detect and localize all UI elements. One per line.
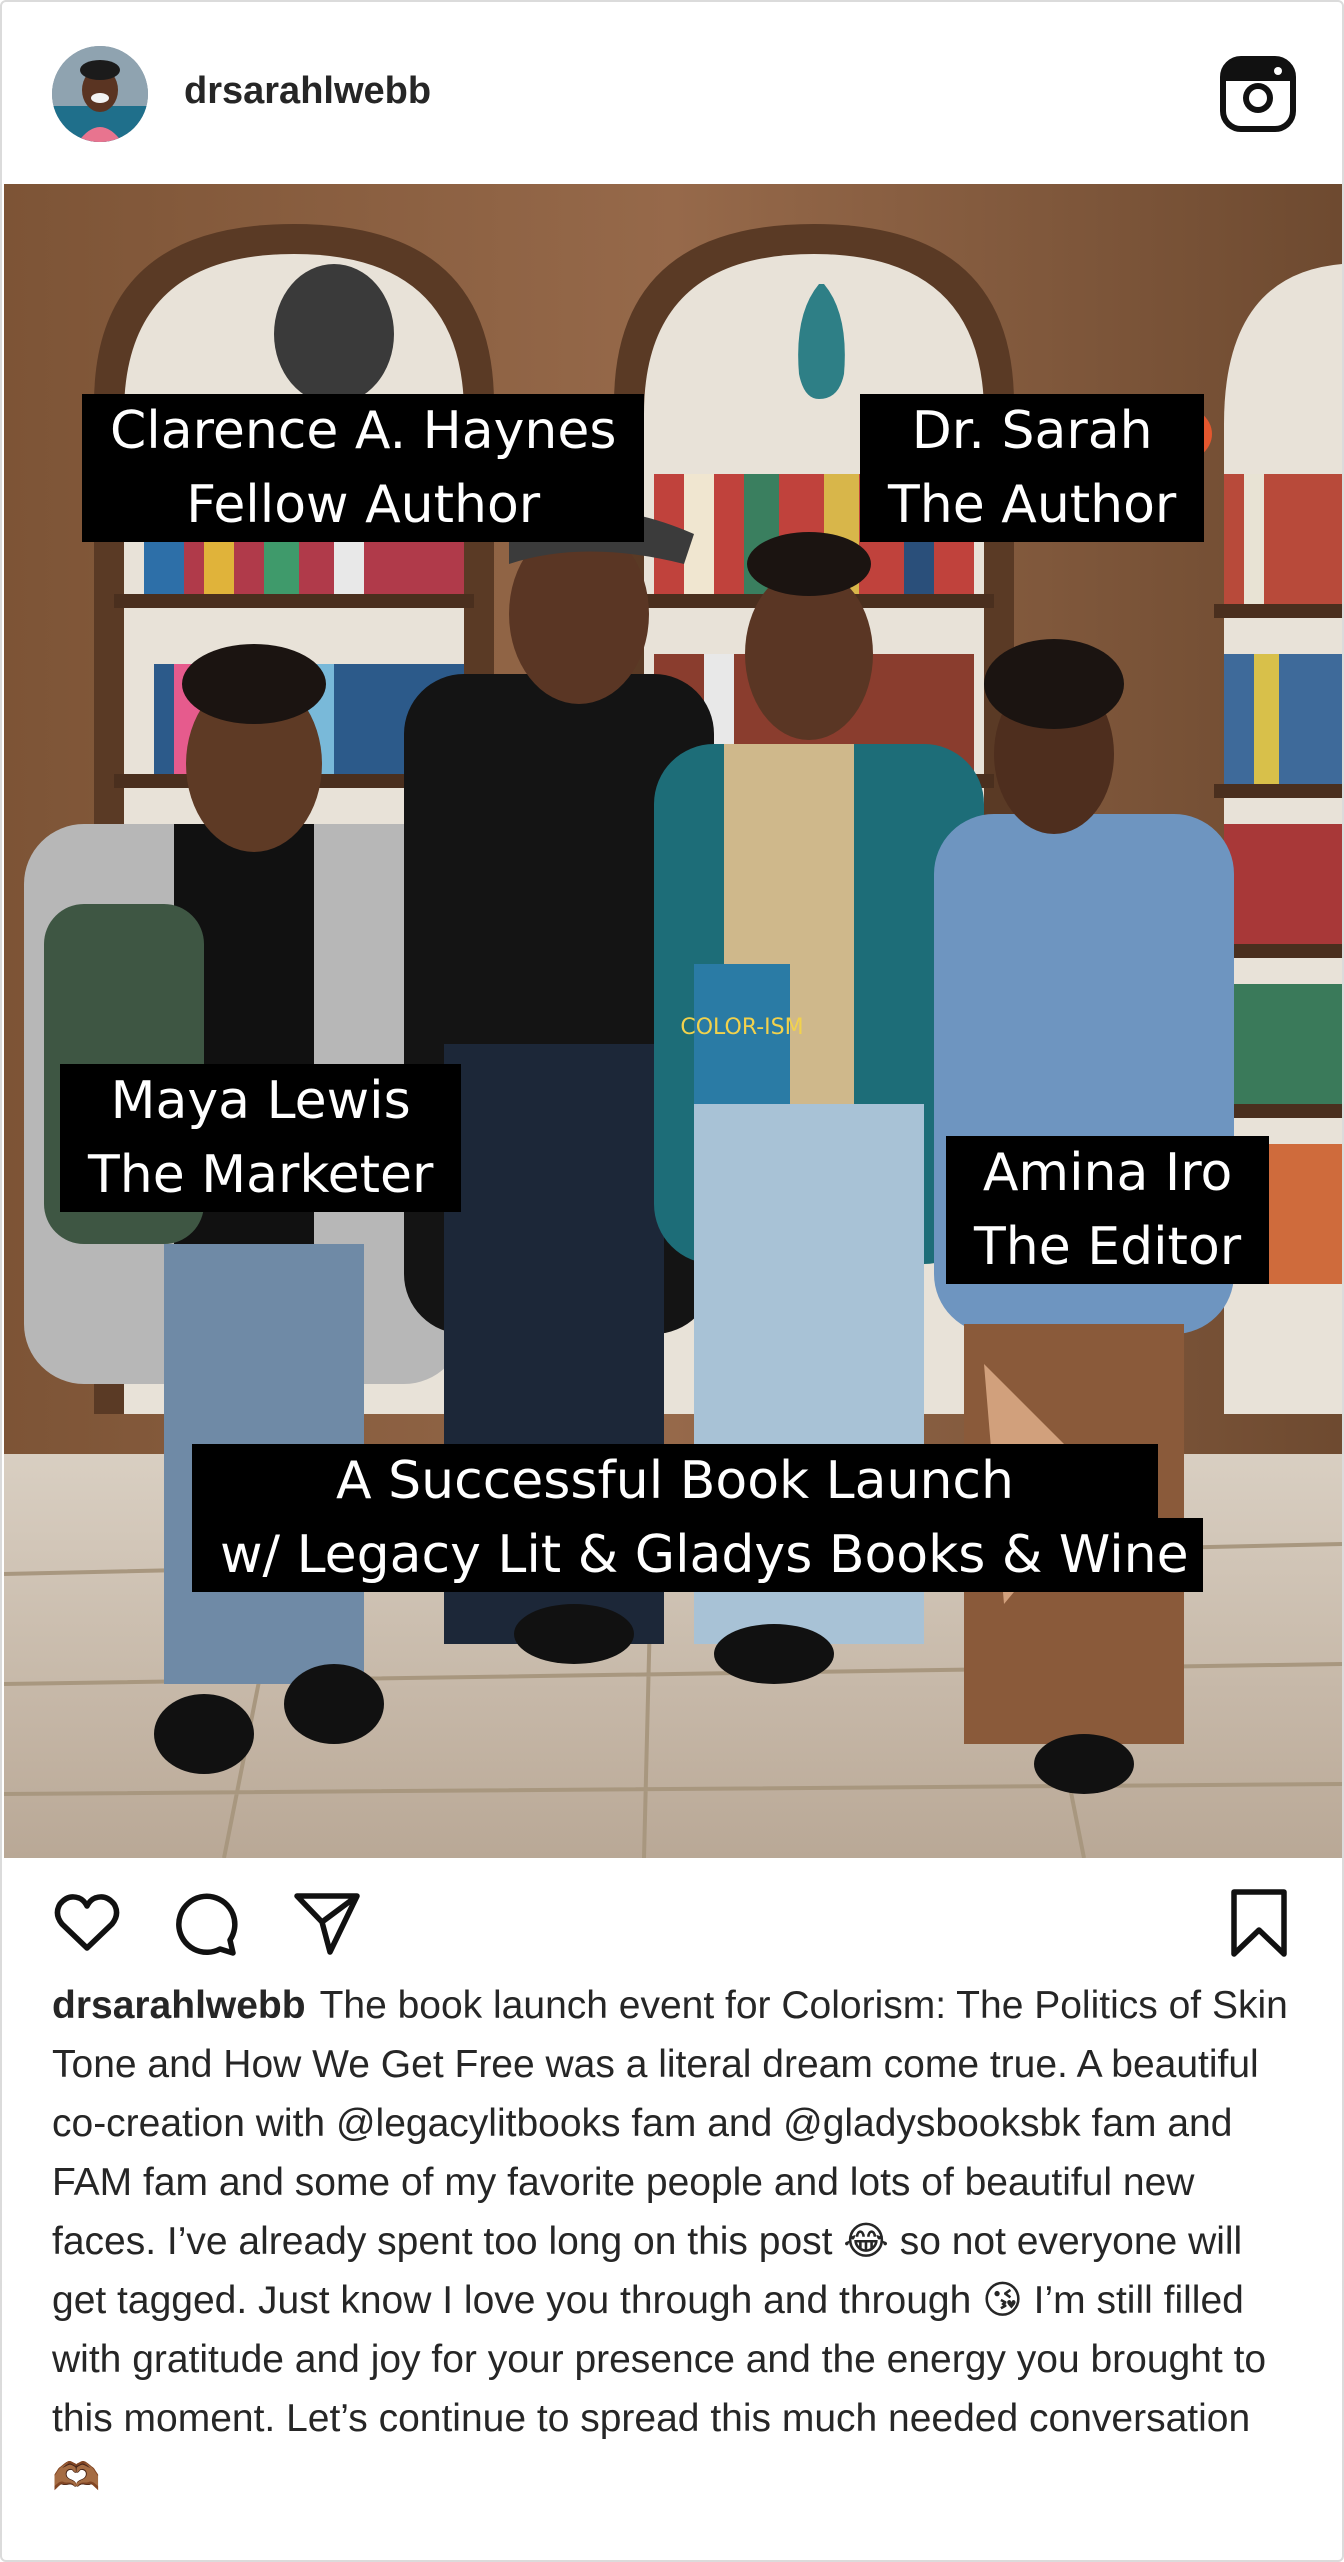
post-card: drsarahlwebb COLOR-ISM Clarence A. Hayne… xyxy=(0,0,1344,2562)
label-amina-name: Amina Iro xyxy=(968,1136,1247,1210)
label-banner-line2: w/ Legacy Lit & Gladys Books & Wine xyxy=(206,1518,1203,1592)
avatar-image xyxy=(52,46,148,142)
label-sarah-role: The Author xyxy=(874,468,1191,542)
label-amina: Amina Iro The Editor xyxy=(946,1136,1270,1284)
book-cover-title: COLOR-ISM xyxy=(680,1015,803,1040)
bookmark-icon[interactable] xyxy=(1224,1888,1294,1958)
label-sarah-name: Dr. Sarah xyxy=(897,394,1167,468)
caption-text: The book launch event for Colorism: The … xyxy=(52,1984,1288,2499)
label-clarence-name: Clarence A. Haynes xyxy=(96,394,631,468)
caption-username[interactable]: drsarahlwebb xyxy=(52,1984,306,2027)
post-header: drsarahlwebb xyxy=(2,2,1342,184)
label-maya-name: Maya Lewis xyxy=(96,1064,425,1138)
label-banner: A Successful Book Launch w/ Legacy Lit &… xyxy=(192,1444,1203,1592)
send-icon[interactable] xyxy=(292,1888,362,1958)
post-caption: drsarahlwebb The book launch event for Co… xyxy=(52,1976,1302,2507)
label-clarence-role: Fellow Author xyxy=(172,468,555,542)
label-banner-line1: A Successful Book Launch xyxy=(322,1444,1028,1518)
comment-icon[interactable] xyxy=(170,1888,240,1958)
post-photo[interactable]: COLOR-ISM Clarence A. Haynes Fellow Auth… xyxy=(4,184,1342,1858)
avatar[interactable] xyxy=(52,46,148,142)
label-sarah: Dr. Sarah The Author xyxy=(860,394,1205,542)
heart-icon[interactable] xyxy=(52,1888,122,1958)
action-bar xyxy=(2,1858,1342,1978)
label-amina-role: The Editor xyxy=(960,1210,1256,1284)
label-maya: Maya Lewis The Marketer xyxy=(60,1064,462,1212)
header-username[interactable]: drsarahlwebb xyxy=(184,70,431,113)
label-maya-role: The Marketer xyxy=(74,1138,448,1212)
instagram-icon[interactable] xyxy=(1220,56,1296,132)
label-clarence: Clarence A. Haynes Fellow Author xyxy=(82,394,645,542)
